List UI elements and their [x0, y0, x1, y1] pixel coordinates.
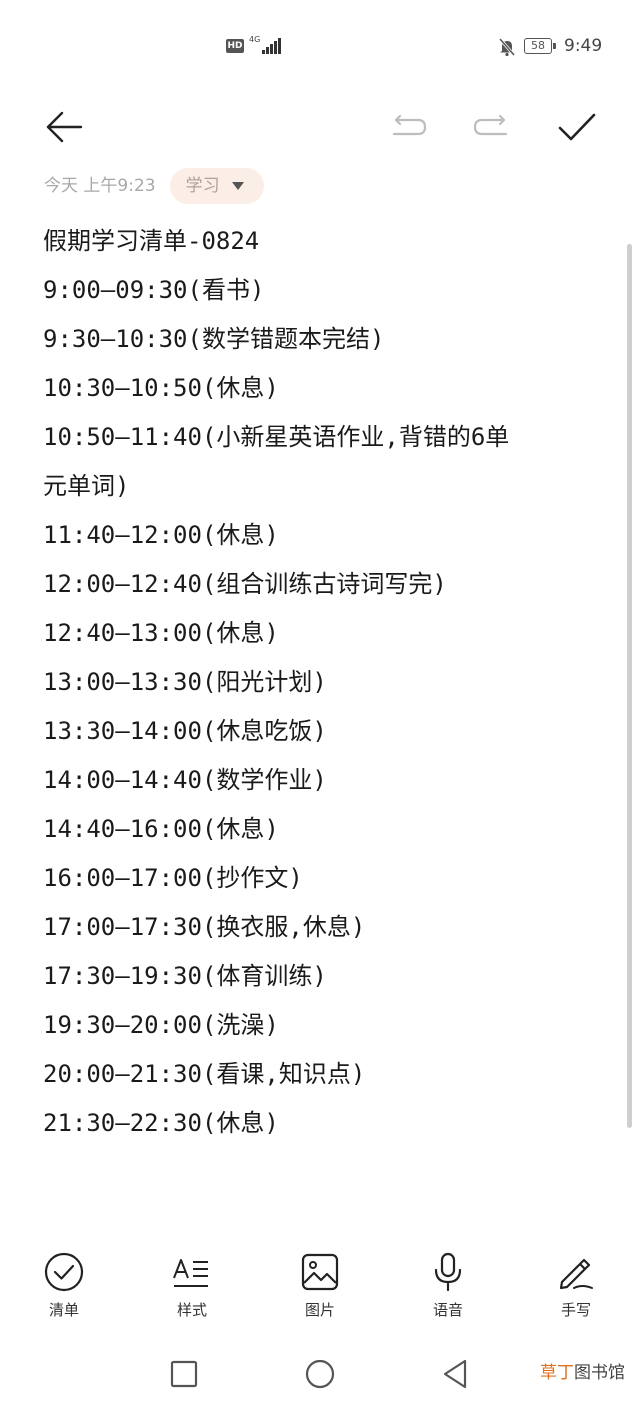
- back-triangle-icon[interactable]: [438, 1356, 474, 1392]
- note-body[interactable]: 假期学习清单-0824 9:00—09:30(看书) 9:30—10:30(数学错题…: [43, 217, 603, 1148]
- note-line: 12:00—12:40(组合训练古诗词写完): [43, 570, 447, 598]
- note-line: 9:30—10:30(数学错题本完结): [43, 325, 385, 353]
- watermark-part-1: 草丁: [540, 1363, 574, 1383]
- note-line: 元单词): [43, 472, 130, 500]
- hd-badge: HD: [226, 39, 244, 53]
- back-button[interactable]: [42, 105, 86, 149]
- note-line: 20:00—21:30(看课,知识点): [43, 1060, 366, 1088]
- bell-muted-icon: [498, 38, 516, 57]
- pen-icon: [559, 1258, 593, 1290]
- signal-icon: [262, 38, 282, 54]
- undo-button[interactable]: [386, 105, 430, 149]
- style-label: 样式: [176, 1301, 207, 1319]
- check-icon: [558, 113, 596, 141]
- note-line: 16:00—17:00(抄作文): [43, 864, 303, 892]
- checklist-label: 清单: [48, 1301, 79, 1319]
- microphone-icon: [434, 1252, 462, 1292]
- note-line: 17:00—17:30(换衣服,休息): [43, 913, 366, 941]
- confirm-button[interactable]: [555, 105, 599, 149]
- battery-indicator: 58: [524, 38, 556, 54]
- voice-label: 语音: [432, 1301, 463, 1319]
- note-date: 今天 上午9:23: [44, 176, 156, 196]
- bottom-toolbar: 清单 样式 图片 语音 手写: [0, 1250, 640, 1330]
- category-label: 学习: [185, 176, 220, 196]
- image-icon: [301, 1253, 339, 1291]
- note-line: 14:40—16:00(休息): [43, 815, 279, 843]
- handwriting-label: 手写: [560, 1301, 591, 1319]
- note-line: 11:40—12:00(休息): [43, 521, 279, 549]
- voice-button[interactable]: 语音: [408, 1250, 488, 1330]
- checklist-button[interactable]: 清单: [24, 1250, 104, 1330]
- status-bar: HD 4G 58 9:49: [0, 30, 640, 64]
- editor-toolbar: [0, 95, 640, 155]
- image-button[interactable]: 图片: [280, 1250, 360, 1330]
- recents-square-icon[interactable]: [166, 1356, 202, 1392]
- note-line: 17:30—19:30(体育训练): [43, 962, 327, 990]
- check-circle-icon: [44, 1252, 84, 1292]
- handwriting-button[interactable]: 手写: [536, 1250, 616, 1330]
- note-line: 假期学习清单-0824: [43, 227, 260, 255]
- redo-button[interactable]: [470, 105, 514, 149]
- home-circle-icon[interactable]: [302, 1356, 338, 1392]
- note-line: 21:30—22:30(休息): [43, 1109, 279, 1137]
- watermark-part-2: 图书馆: [574, 1363, 625, 1383]
- scrollbar[interactable]: [627, 244, 632, 1128]
- image-label: 图片: [304, 1301, 335, 1319]
- text-style-icon: [173, 1259, 208, 1287]
- system-nav-bar: 草丁图书馆: [0, 1350, 640, 1398]
- redo-icon: [473, 114, 508, 136]
- caret-down-icon: [231, 182, 244, 190]
- style-button[interactable]: 样式: [152, 1250, 232, 1330]
- arrow-left-icon: [46, 111, 83, 143]
- note-line: 9:00—09:30(看书): [43, 276, 265, 304]
- note-line: 13:30—14:00(休息吃饭): [43, 717, 327, 745]
- note-line: 12:40—13:00(休息): [43, 619, 279, 647]
- note-line: 10:50—11:40(小新星英语作业,背错的6单: [43, 423, 510, 451]
- note-line: 14:00—14:40(数学作业): [43, 766, 327, 794]
- note-line: 13:00—13:30(阳光计划): [43, 668, 327, 696]
- undo-icon: [392, 114, 427, 136]
- network-type: 4G: [249, 35, 261, 44]
- status-time: 9:49: [564, 36, 603, 56]
- category-dropdown[interactable]: 学习: [169, 168, 264, 204]
- watermark: 草丁图书馆: [540, 1362, 625, 1384]
- note-meta: 今天 上午9:23 学习: [44, 168, 264, 204]
- note-line: 10:30—10:50(休息): [43, 374, 279, 402]
- note-line: 19:30—20:00(洗澡): [43, 1011, 279, 1039]
